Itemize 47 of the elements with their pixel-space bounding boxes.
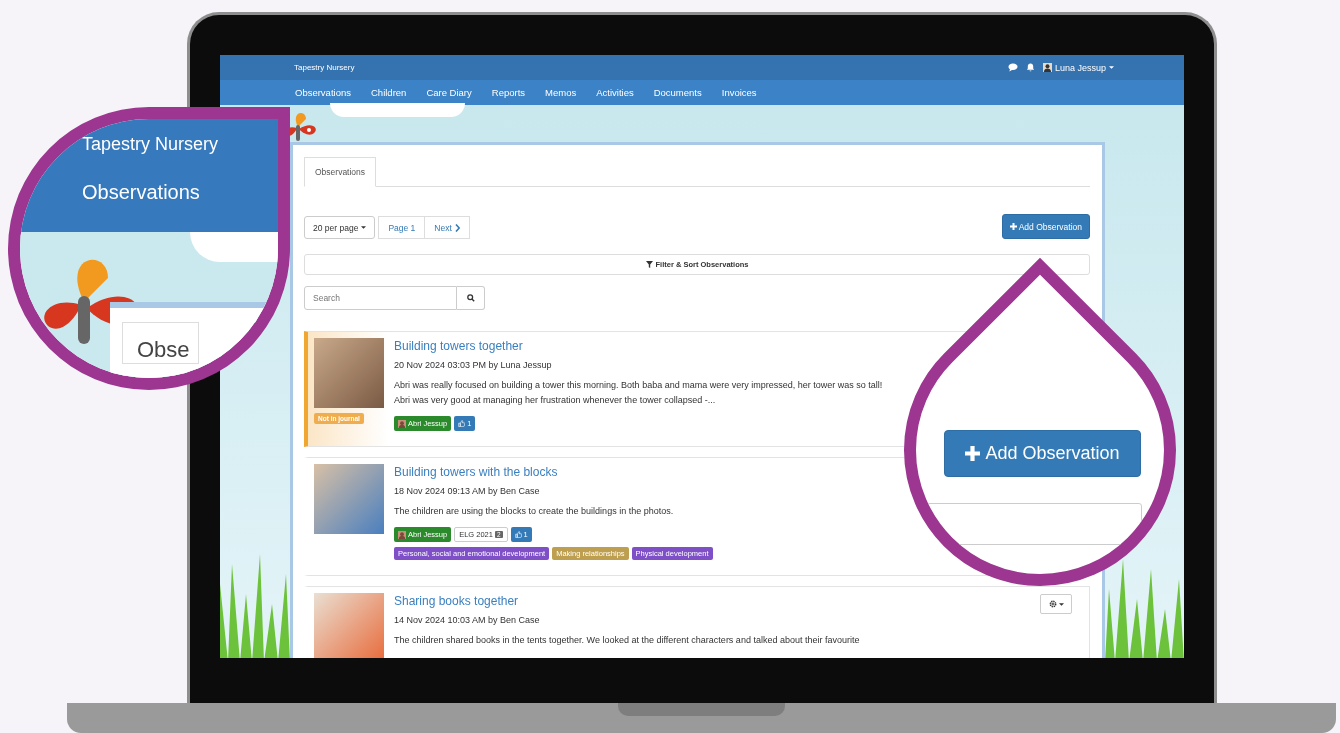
nav-link[interactable]: Reports bbox=[491, 87, 526, 98]
observation-title-link[interactable]: Building towers with the blocks bbox=[394, 464, 890, 480]
observation-meta: 18 Nov 2024 09:13 AM by Ben Case bbox=[394, 485, 541, 497]
settings-dropdown[interactable] bbox=[1040, 594, 1072, 614]
nav-link[interactable]: Children bbox=[371, 87, 407, 98]
add-observation-button[interactable]: Add Observation bbox=[944, 430, 1141, 477]
brand-name[interactable]: Tapestry Nursery bbox=[294, 63, 355, 72]
observation-meta: 14 Nov 2024 10:03 AM by Ben Case bbox=[394, 614, 541, 626]
user-icon bbox=[1042, 63, 1052, 72]
filter-icon bbox=[645, 261, 653, 268]
observation-text: The children shared books in the tents together. We looked at the different characters and talked about their favourite bbox=[394, 634, 861, 647]
caret-icon bbox=[1058, 602, 1064, 606]
next-page-button[interactable]: Next bbox=[424, 216, 470, 239]
search-field[interactable]: Search bbox=[304, 286, 457, 310]
tab[interactable]: Observations bbox=[304, 157, 377, 187]
nav-link[interactable]: Documents bbox=[653, 87, 702, 98]
observation-text: Abri was really focused on building a tower this morning. Both baba and mama were very impressed, her tower was so tall! Abri was very good at managing her frustration whenever the tower collapsed -... bbox=[394, 379, 884, 407]
photo-placeholder bbox=[314, 338, 384, 408]
caret-icon bbox=[1109, 66, 1114, 69]
caret-icon bbox=[361, 226, 367, 229]
observation-title-link[interactable]: Building towers together bbox=[394, 338, 890, 354]
plus-icon bbox=[1009, 223, 1017, 230]
photo-placeholder bbox=[314, 593, 384, 658]
thumbs-up-icon bbox=[458, 420, 466, 427]
observation-text: The children are using the blocks to create the buildings in the photos. bbox=[394, 505, 675, 518]
nav-link[interactable]: Activities bbox=[596, 87, 634, 98]
page-button[interactable]: Page 1 bbox=[378, 216, 426, 239]
avatar-icon bbox=[398, 530, 406, 539]
thumbs-up-icon bbox=[514, 531, 522, 538]
nav-link[interactable]: Invoices bbox=[721, 87, 757, 98]
nav-link[interactable]: Care Diary bbox=[426, 87, 472, 98]
observation-meta: 20 Nov 2024 03:03 PM by Luna Jessup bbox=[394, 359, 553, 371]
nav-link[interactable]: Observations bbox=[295, 87, 351, 98]
avatar-icon bbox=[398, 419, 406, 428]
nav-link[interactable]: Memos bbox=[545, 87, 577, 98]
brand-name: Tapestry Nursery bbox=[82, 134, 220, 155]
chat-icon[interactable] bbox=[1007, 63, 1018, 72]
search-icon bbox=[466, 294, 475, 302]
search-button[interactable] bbox=[457, 286, 485, 310]
user-menu[interactable]: Luna Jessup bbox=[1042, 62, 1114, 73]
plus-icon bbox=[965, 446, 981, 461]
chevron-right-icon bbox=[454, 223, 460, 232]
observation-title-link[interactable]: Sharing books together bbox=[394, 593, 890, 609]
add-observation-button[interactable]: Add Observation bbox=[1001, 214, 1090, 239]
bell-icon[interactable] bbox=[1025, 63, 1035, 72]
photo-placeholder bbox=[314, 464, 384, 534]
per-page-dropdown[interactable]: 20 per page bbox=[304, 216, 376, 239]
